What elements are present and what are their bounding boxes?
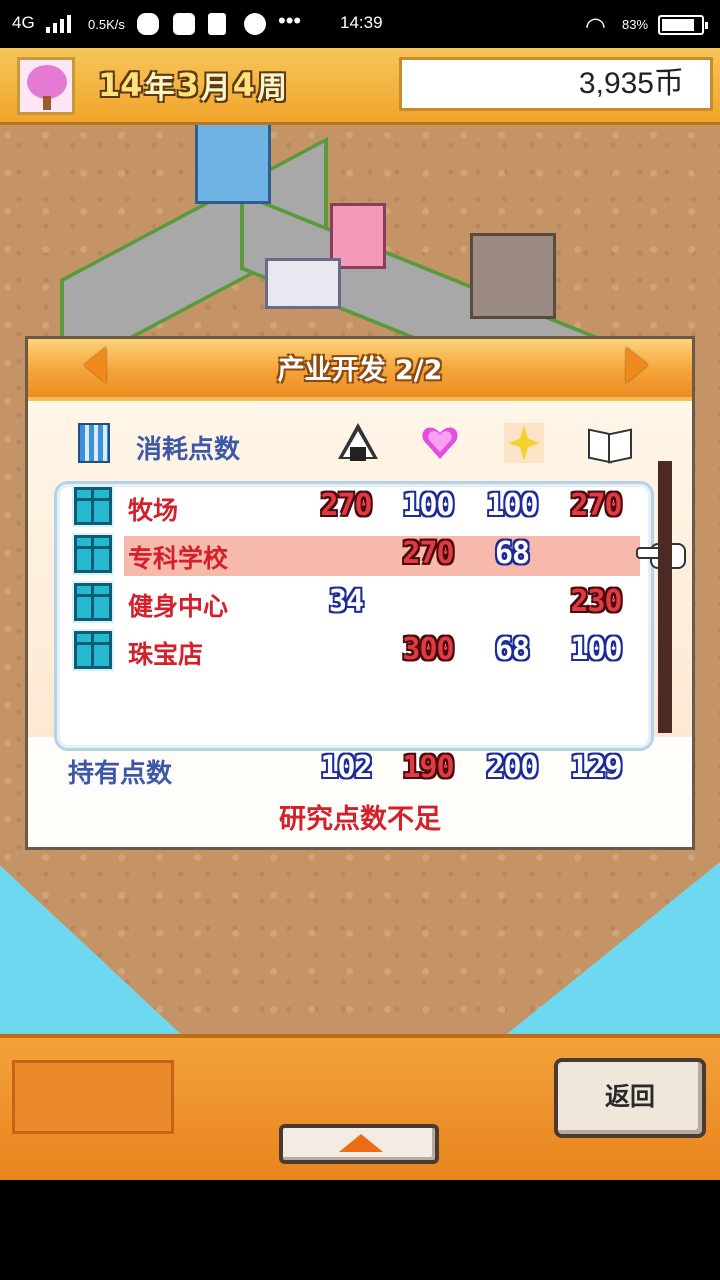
game-date: 14 年 3 月 4 周 (98, 62, 287, 108)
cost-value: 68 (494, 632, 530, 667)
year-unit: 年 (144, 71, 175, 106)
next-page-arrow-icon[interactable] (626, 347, 648, 383)
volume-icon (208, 13, 226, 40)
cost-value: 68 (494, 536, 530, 571)
battery-percent: 83% (622, 17, 649, 32)
system-nav-bar (0, 1180, 720, 1280)
cost-value: 34 (328, 584, 364, 619)
cost-value: 300 (402, 632, 454, 667)
up-arrow-icon (339, 1134, 383, 1152)
cost-value: 270 (570, 488, 622, 523)
industry-name: 牧场 (128, 496, 179, 525)
held-points-row: 持有点数 102 190 200 129 (28, 747, 692, 791)
onigiri-icon (336, 423, 380, 463)
notification-icon (173, 13, 195, 40)
book-icon (586, 423, 632, 464)
check-icon (244, 13, 266, 40)
bottom-panel: 返回 (0, 1034, 720, 1184)
month-number: 3 (176, 66, 199, 104)
expand-up-button[interactable] (279, 1124, 439, 1164)
industry-row[interactable]: 珠宝店 300 68 100 (28, 629, 692, 673)
cost-value: 100 (402, 488, 454, 523)
top-bar: 14 年 3 月 4 周 3,935币 (0, 48, 720, 125)
gift-icon (74, 487, 112, 525)
industry-dev-dialog: 产业开发 2/2 消耗点数 牧场 270 100 100 270 专科学校 270 68 健身中… (25, 336, 695, 850)
year-number: 14 (98, 66, 143, 104)
building (195, 118, 271, 204)
back-button[interactable]: 返回 (554, 1058, 706, 1138)
building-icon (78, 423, 110, 463)
cost-value: 100 (486, 488, 538, 523)
cost-label: 消耗点数 (136, 435, 241, 465)
industry-row[interactable]: 专科学校 270 68 (28, 533, 692, 577)
battery-icon (658, 15, 708, 35)
building (265, 258, 341, 309)
week-unit: 周 (257, 71, 288, 106)
cherry-tree-icon[interactable] (17, 57, 75, 115)
network-speed: 0.5K/s (88, 17, 125, 32)
insufficient-points-warning: 研究点数不足 (279, 804, 441, 835)
cost-value: 100 (570, 632, 622, 667)
clock: 14:39 (340, 13, 383, 32)
cost-value: 270 (320, 488, 372, 523)
wifi-icon: ◠ (585, 13, 606, 40)
coin-balance: 3,935币 (399, 57, 713, 111)
more-icon: ••• (278, 8, 302, 33)
held-value: 129 (570, 750, 622, 785)
held-value: 190 (402, 750, 454, 785)
cost-value: 230 (570, 584, 622, 619)
signal-icon (46, 15, 71, 33)
industry-name: 珠宝店 (128, 640, 204, 669)
held-points-label: 持有点数 (68, 759, 173, 789)
dialog-title: 产业开发 2/2 (277, 355, 443, 386)
month-unit: 月 (200, 71, 231, 106)
sparkle-icon (502, 423, 546, 463)
held-value: 102 (320, 750, 372, 785)
empty-slot (12, 1060, 174, 1134)
list-scrollbar[interactable] (658, 461, 672, 733)
week-number: 4 (232, 66, 256, 104)
status-bar: 4G 0.5K/s ••• 14:39 ◠ 83% (0, 0, 720, 48)
wechat-icon (137, 13, 159, 40)
dialog-header: 产业开发 2/2 (28, 339, 692, 399)
building (470, 233, 556, 319)
cost-header-row: 消耗点数 (28, 417, 692, 467)
network-label: 4G (12, 13, 35, 32)
industry-name: 健身中心 (128, 592, 229, 621)
heart-icon (418, 423, 462, 463)
gift-icon (74, 535, 112, 573)
gift-icon (74, 583, 112, 621)
gift-icon (74, 631, 112, 669)
held-value: 200 (486, 750, 538, 785)
industry-row[interactable]: 牧场 270 100 100 270 (28, 485, 692, 529)
industry-row[interactable]: 健身中心 34 230 (28, 581, 692, 625)
cost-value: 270 (402, 536, 454, 571)
industry-name: 专科学校 (128, 544, 229, 573)
